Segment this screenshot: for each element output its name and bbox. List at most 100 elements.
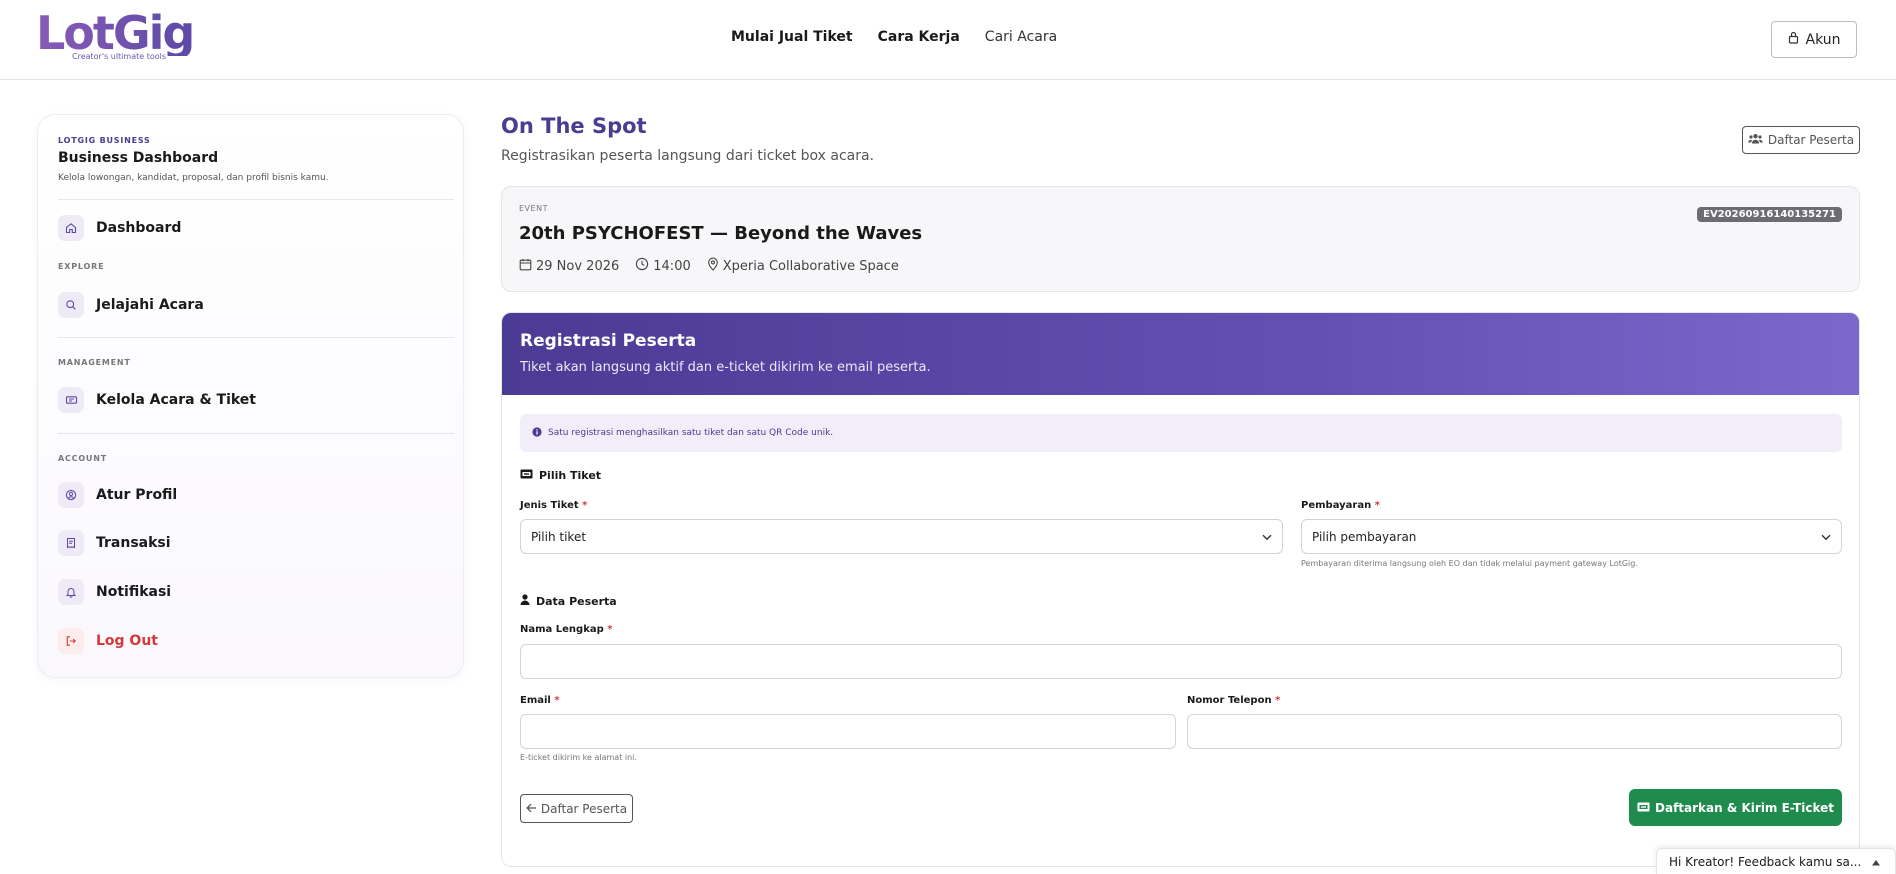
clock-icon (635, 257, 649, 275)
required-mark: * (554, 695, 560, 706)
required-mark: * (582, 500, 588, 511)
sidebar-item-log-out[interactable]: Log Out (58, 626, 158, 656)
email-hint: E-ticket dikirim ke alamat ini. (520, 753, 637, 762)
sidebar-section-explore: EXPLORE (58, 262, 105, 271)
event-date: 29 Nov 2026 (519, 258, 619, 275)
users-icon (1748, 133, 1763, 147)
sidebar-kicker: LOTGIG BUSINESS (58, 136, 151, 145)
back-to-participants-button[interactable]: Daftar Peserta (520, 794, 633, 823)
arrow-left-icon (526, 802, 537, 816)
event-time-value: 14:00 (653, 258, 691, 274)
logo-tagline: Creator's ultimate tools (72, 52, 167, 61)
ticket-icon (58, 387, 84, 413)
lock-icon (1788, 31, 1799, 48)
caret-up-icon (1871, 855, 1881, 869)
lotgig-logo[interactable]: LotGig Creator's ultimate tools (36, 10, 196, 66)
ticket-type-select[interactable]: Pilih tiket (520, 519, 1283, 554)
home-icon (58, 215, 84, 241)
ticket-type-label-text: Jenis Tiket (520, 500, 579, 511)
section-pilih-tiket: Pilih Tiket (520, 469, 601, 482)
chevron-down-icon (1262, 530, 1272, 544)
sidebar-item-label: Notifikasi (96, 584, 172, 600)
search-icon (58, 292, 84, 318)
nav-mulai-jual-tiket[interactable]: Mulai Jual Tiket (731, 29, 853, 45)
phone-label: Nomor Telepon * (1187, 695, 1280, 706)
register-submit-button[interactable]: Daftarkan & Kirim E-Ticket (1629, 789, 1842, 826)
phone-input[interactable] (1187, 714, 1842, 749)
participant-list-button[interactable]: Daftar Peserta (1742, 126, 1860, 154)
event-code-badge: EV20260916140135271 (1697, 207, 1842, 222)
event-kicker: EVENT (519, 204, 548, 213)
event-venue-value: Xperia Collaborative Space (722, 258, 899, 274)
event-title: 20th PSYCHOFEST — Beyond the Waves (519, 223, 923, 244)
receipt-icon (58, 530, 84, 556)
required-mark: * (607, 624, 613, 635)
payment-label: Pembayaran * (1301, 500, 1380, 511)
full-name-label-text: Nama Lengkap (520, 624, 604, 635)
event-card: EVENT 20th PSYCHOFEST — Beyond the Waves… (501, 186, 1860, 292)
business-sidebar: LOTGIG BUSINESS Business Dashboard Kelol… (37, 114, 464, 678)
event-time: 14:00 (635, 257, 691, 275)
full-name-input[interactable] (520, 644, 1842, 679)
sidebar-divider (58, 337, 454, 338)
section-data-peserta: Data Peserta (520, 594, 617, 608)
email-label-text: Email (520, 695, 551, 706)
map-pin-icon (707, 257, 719, 275)
sidebar-divider (58, 199, 454, 200)
logo-wordmark: LotGig (36, 10, 196, 56)
ticket-type-label: Jenis Tiket * (520, 500, 587, 511)
event-meta: 29 Nov 2026 14:00 Xperia Collaborative S… (519, 257, 899, 275)
account-button[interactable]: Akun (1771, 21, 1857, 58)
user-circle-icon (58, 482, 84, 508)
registration-card: Registrasi Peserta Tiket akan langsung a… (501, 312, 1860, 867)
required-mark: * (1275, 695, 1281, 706)
page-title: On The Spot (501, 114, 647, 138)
email-input[interactable] (520, 714, 1176, 749)
info-alert-text: Satu registrasi menghasilkan satu tiket … (548, 428, 834, 438)
sidebar-item-atur-profil[interactable]: Atur Profil (58, 480, 177, 510)
sidebar-item-dashboard[interactable]: Dashboard (58, 213, 181, 243)
feedback-widget[interactable]: Hi Kreator! Feedback kamu sa... (1656, 848, 1896, 874)
account-button-label: Akun (1805, 31, 1841, 48)
full-name-label: Nama Lengkap * (520, 624, 612, 635)
top-navbar: LotGig Creator's ultimate tools Mulai Ju… (0, 0, 1896, 80)
user-icon (520, 594, 530, 608)
sidebar-item-kelola-acara[interactable]: Kelola Acara & Tiket (58, 385, 256, 415)
sidebar-item-label: Atur Profil (96, 487, 178, 503)
info-icon (532, 426, 542, 440)
sidebar-item-label: Dashboard (96, 220, 182, 236)
registration-header: Registrasi Peserta Tiket akan langsung a… (502, 313, 1859, 395)
payment-select[interactable]: Pilih pembayaran (1301, 519, 1842, 554)
payment-select-value: Pilih pembayaran (1312, 529, 1417, 544)
submit-button-label: Daftarkan & Kirim E-Ticket (1655, 800, 1834, 815)
event-date-value: 29 Nov 2026 (536, 258, 620, 274)
event-venue: Xperia Collaborative Space (707, 257, 899, 275)
section-title: Pilih Tiket (539, 469, 602, 482)
sidebar-description: Kelola lowongan, kandidat, proposal, dan… (58, 173, 329, 183)
logout-icon (58, 628, 84, 654)
payment-hint: Pembayaran diterima langsung oleh EO dan… (1301, 559, 1638, 568)
sidebar-item-label: Transaksi (96, 535, 171, 551)
registration-title: Registrasi Peserta (520, 331, 697, 351)
ticket-icon (520, 469, 533, 482)
sidebar-section-management: MANAGEMENT (58, 358, 131, 367)
phone-label-text: Nomor Telepon (1187, 695, 1272, 706)
section-title: Data Peserta (536, 594, 617, 608)
page-subtitle: Registrasikan peserta langsung dari tick… (501, 148, 875, 164)
email-label: Email * (520, 695, 560, 706)
required-mark: * (1374, 500, 1380, 511)
sidebar-item-jelajahi-acara[interactable]: Jelajahi Acara (58, 290, 204, 320)
sidebar-item-notifikasi[interactable]: Notifikasi (58, 577, 171, 607)
participant-list-button-label: Daftar Peserta (1767, 133, 1855, 147)
feedback-label: Hi Kreator! Feedback kamu sa... (1669, 854, 1862, 869)
back-button-label: Daftar Peserta (540, 801, 628, 816)
nav-cari-acara[interactable]: Cari Acara (985, 29, 1057, 45)
registration-subtitle: Tiket akan langsung aktif dan e-ticket d… (520, 360, 931, 375)
main-nav: Mulai Jual Tiket Cara Kerja Cari Acara (731, 29, 1057, 45)
sidebar-title: Business Dashboard (58, 150, 219, 166)
payment-label-text: Pembayaran (1301, 500, 1372, 511)
nav-cara-kerja[interactable]: Cara Kerja (878, 29, 960, 45)
sidebar-item-transaksi[interactable]: Transaksi (58, 528, 171, 558)
ticket-icon (1637, 801, 1650, 815)
sidebar-item-label: Log Out (96, 633, 158, 649)
